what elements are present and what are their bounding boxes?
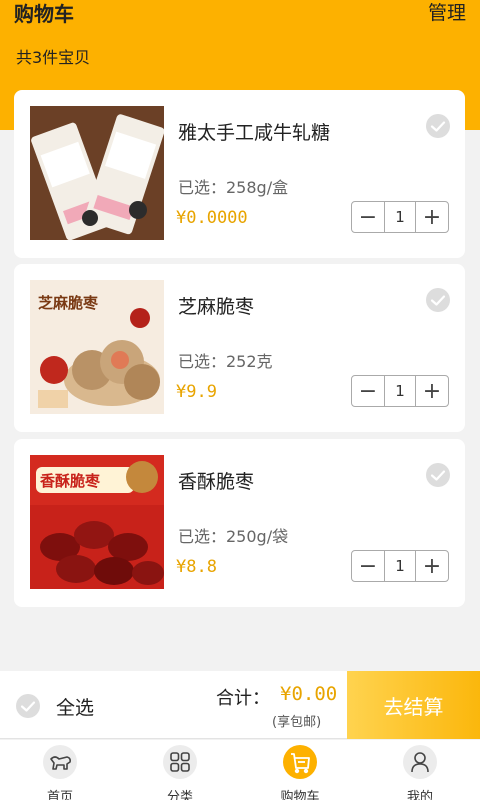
increase-button[interactable]: + [416, 551, 448, 581]
cart-item: 香酥脆枣 香酥脆枣 已选：250g/袋 ¥8.8 − 1 + [14, 439, 465, 607]
total-label: 合计： [216, 688, 270, 709]
manage-button[interactable]: 管理 [428, 0, 466, 25]
crispy-jujube-image-title: 香酥脆枣 [40, 472, 101, 490]
tab-label: 首页 [46, 790, 73, 800]
page-title: 购物车 [14, 2, 74, 26]
product-spec: 已选：250g/袋 [178, 527, 289, 546]
increase-button[interactable]: + [416, 202, 448, 232]
shipping-note: (享包邮) [272, 715, 322, 730]
quantity-value[interactable]: 1 [384, 202, 416, 232]
product-name[interactable]: 芝麻脆枣 [178, 292, 254, 319]
tab-home[interactable]: 首页 [20, 740, 100, 800]
quantity-stepper: − 1 + [351, 201, 449, 233]
nougat-candy-image [30, 106, 164, 240]
checkout-bar: 全选 合计： ¥0.00 (享包邮) 去结算 [0, 671, 480, 739]
select-all-label[interactable]: 全选 [56, 693, 94, 720]
check-icon [430, 470, 446, 481]
item-select-checkbox[interactable] [426, 114, 450, 138]
product-price: ¥0.0000 [176, 208, 248, 228]
decrease-button[interactable]: − [352, 202, 384, 232]
tab-cart[interactable]: 购物车 [260, 740, 340, 800]
quantity-value[interactable]: 1 [384, 551, 416, 581]
tab-label: 分类 [166, 790, 193, 800]
product-price: ¥9.9 [176, 382, 217, 402]
crispy-jujube-image: 香酥脆枣 [30, 455, 164, 589]
sesame-jujube-image: 芝麻脆枣 [30, 280, 164, 414]
item-count: 共3件宝贝 [16, 48, 91, 67]
item-select-checkbox[interactable] [426, 463, 450, 487]
select-all-checkbox[interactable] [16, 694, 40, 718]
sesame-jujube-image-title: 芝麻脆枣 [38, 294, 99, 312]
check-icon [430, 121, 446, 132]
home-dog-icon [43, 745, 77, 779]
quantity-stepper: − 1 + [351, 375, 449, 407]
bottom-tab-bar: 首页 分类 购物车 我的 [0, 740, 480, 800]
quantity-stepper: − 1 + [351, 550, 449, 582]
check-icon [20, 701, 36, 712]
product-spec: 已选：258g/盒 [178, 178, 289, 197]
quantity-value[interactable]: 1 [384, 376, 416, 406]
product-spec: 已选：252克 [178, 352, 273, 371]
cart-item: 芝麻脆枣 芝麻脆枣 已选：252克 ¥9.9 − 1 + [14, 264, 465, 432]
tab-category[interactable]: 分类 [140, 740, 220, 800]
tab-label: 我的 [406, 790, 433, 800]
cart-icon [283, 745, 317, 779]
item-select-checkbox[interactable] [426, 288, 450, 312]
increase-button[interactable]: + [416, 376, 448, 406]
tab-profile[interactable]: 我的 [380, 740, 460, 800]
cart-item: 雅太手工咸牛轧糖 已选：258g/盒 ¥0.0000 − 1 + [14, 90, 465, 258]
decrease-button[interactable]: − [352, 551, 384, 581]
user-icon [403, 745, 437, 779]
total-amount: ¥0.00 [280, 683, 338, 705]
check-icon [430, 295, 446, 306]
checkout-button[interactable]: 去结算 [347, 671, 480, 739]
category-grid-icon [163, 745, 197, 779]
product-name[interactable]: 雅太手工咸牛轧糖 [178, 118, 330, 145]
product-name[interactable]: 香酥脆枣 [178, 467, 254, 494]
tab-label: 购物车 [280, 790, 320, 800]
product-price: ¥8.8 [176, 557, 217, 577]
decrease-button[interactable]: − [352, 376, 384, 406]
